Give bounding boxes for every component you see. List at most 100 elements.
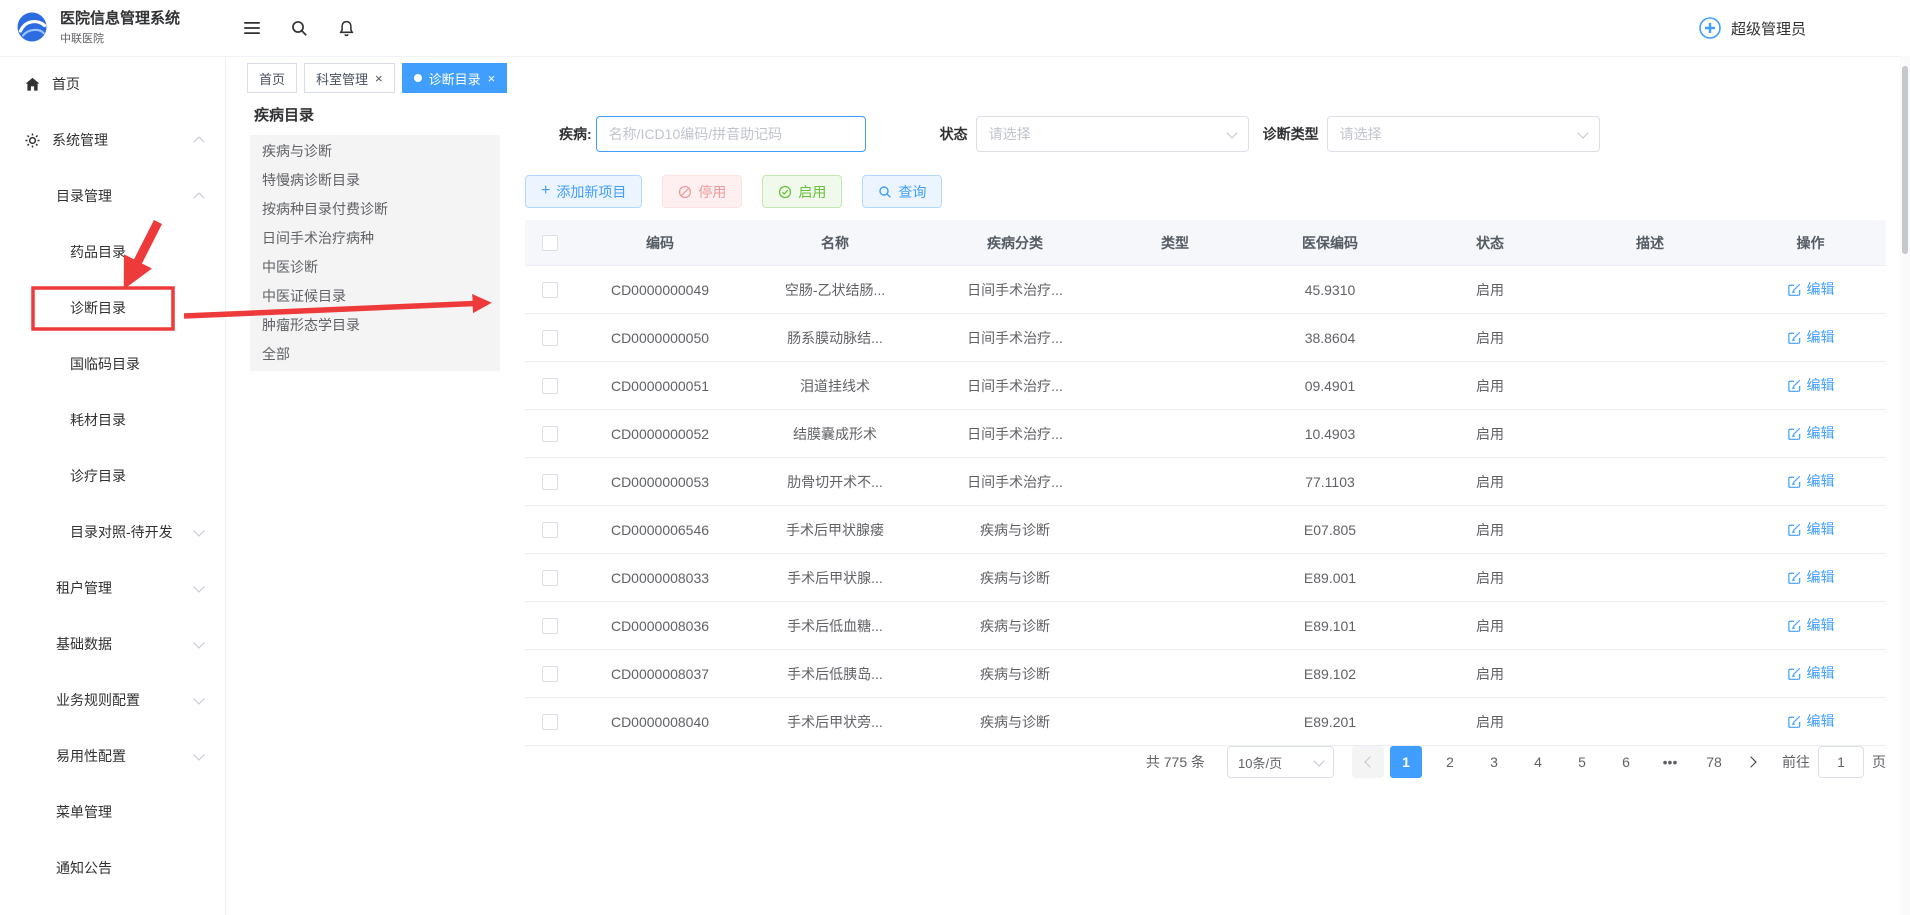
cell-insurance-code: E07.805 (1245, 506, 1415, 554)
close-icon[interactable]: × (375, 72, 383, 85)
catalog-list-item[interactable]: 肿瘤形态学目录 (250, 311, 500, 340)
catalog-list-item[interactable]: 日间手术治疗病种 (250, 224, 500, 253)
add-item-button[interactable]: + 添加新项目 (525, 175, 642, 208)
row-checkbox[interactable] (542, 474, 558, 490)
status-select[interactable]: 请选择 (976, 116, 1249, 152)
row-checkbox[interactable] (542, 282, 558, 298)
sidebar-item-treatment-catalog[interactable]: 诊疗目录 (0, 448, 225, 504)
cell-type (1105, 362, 1245, 410)
row-checkbox[interactable] (542, 618, 558, 634)
more-pages-ellipsis[interactable]: ••• (1654, 746, 1686, 778)
sidebar-item-national-code-catalog[interactable]: 国临码目录 (0, 336, 225, 392)
disable-button[interactable]: 停用 (662, 175, 742, 208)
chevron-left-icon (1364, 756, 1375, 767)
chevron-up-icon (193, 192, 204, 203)
sidebar-item-business-rules[interactable]: 业务规则配置 (0, 672, 225, 728)
sidebar-item-menu-management[interactable]: 菜单管理 (0, 784, 225, 840)
cell-insurance-code: E89.102 (1245, 650, 1415, 698)
tab-label: 科室管理 (316, 69, 368, 88)
cell-type (1105, 650, 1245, 698)
sidebar-item-diagnosis-catalog[interactable]: 诊断目录 (0, 280, 225, 336)
edit-icon (1787, 378, 1802, 393)
cell-insurance-code: E89.001 (1245, 554, 1415, 602)
sidebar-item-notice[interactable]: 通知公告 (0, 840, 225, 896)
pagination: 共 775 条 10条/页 1 2 3 4 5 6 (1146, 746, 1886, 778)
page-number-button[interactable]: 3 (1478, 746, 1510, 778)
page-number-button[interactable]: 6 (1610, 746, 1642, 778)
tab-diagnosis-catalog[interactable]: 诊断目录 × (402, 63, 508, 93)
tab-label: 诊断目录 (429, 69, 481, 88)
edit-button[interactable]: 编辑 (1787, 663, 1835, 683)
edit-button[interactable]: 编辑 (1787, 375, 1835, 395)
last-page-button[interactable]: 78 (1698, 746, 1730, 778)
edit-button[interactable]: 编辑 (1787, 327, 1835, 347)
sidebar-item-consumable-catalog[interactable]: 耗材目录 (0, 392, 225, 448)
search-icon[interactable] (290, 19, 309, 38)
sidebar-item-drug-catalog[interactable]: 药品目录 (0, 224, 225, 280)
edit-button[interactable]: 编辑 (1787, 567, 1835, 587)
page-number-button[interactable]: 4 (1522, 746, 1554, 778)
cell-description (1565, 506, 1735, 554)
sidebar-item-catalog-management[interactable]: 目录管理 (0, 168, 225, 224)
sidebar-item-label: 业务规则配置 (56, 690, 140, 710)
prev-page-button[interactable] (1352, 746, 1384, 778)
action-toolbar: + 添加新项目 停用 启用 查询 (525, 175, 942, 208)
cell-category: 日间手术治疗... (925, 314, 1105, 362)
edit-button[interactable]: 编辑 (1787, 423, 1835, 443)
catalog-list-item[interactable]: 全部 (250, 340, 500, 369)
row-checkbox[interactable] (542, 666, 558, 682)
tab-department-management[interactable]: 科室管理 × (304, 63, 395, 93)
table-row: CD0000008033 手术后甲状腺... 疾病与诊断 E89.001 启用 … (525, 554, 1886, 602)
edit-button[interactable]: 编辑 (1787, 279, 1835, 299)
edit-button[interactable]: 编辑 (1787, 711, 1835, 731)
disease-search-input[interactable] (596, 116, 866, 152)
row-checkbox[interactable] (542, 714, 558, 730)
enable-button[interactable]: 启用 (762, 175, 842, 208)
sidebar-item-tenant-management[interactable]: 租户管理 (0, 560, 225, 616)
row-checkbox[interactable] (542, 522, 558, 538)
check-circle-icon (778, 185, 792, 199)
edit-button[interactable]: 编辑 (1787, 519, 1835, 539)
cell-status: 启用 (1415, 506, 1565, 554)
page-size-select[interactable]: 10条/页 (1227, 746, 1334, 778)
diagnosis-type-select[interactable]: 请选择 (1327, 116, 1600, 152)
user-menu[interactable]: 超级管理员 (1698, 16, 1910, 40)
cell-code: CD0000000053 (575, 458, 745, 506)
edit-button[interactable]: 编辑 (1787, 615, 1835, 635)
query-button[interactable]: 查询 (862, 175, 942, 208)
cell-description (1565, 650, 1735, 698)
goto-page-input[interactable] (1818, 746, 1864, 778)
row-checkbox[interactable] (542, 378, 558, 394)
bell-icon[interactable] (337, 19, 356, 38)
catalog-list-item[interactable]: 疾病与诊断 (250, 137, 500, 166)
edit-button[interactable]: 编辑 (1787, 471, 1835, 491)
scrollbar-thumb[interactable] (1902, 66, 1908, 254)
catalog-list-item[interactable]: 按病种目录付费诊断 (250, 195, 500, 224)
cell-code: CD0000000050 (575, 314, 745, 362)
row-checkbox[interactable] (542, 570, 558, 586)
hamburger-icon[interactable] (242, 20, 262, 36)
tab-home[interactable]: 首页 (247, 63, 297, 93)
sidebar-item-label: 菜单管理 (56, 802, 112, 822)
row-checkbox[interactable] (542, 330, 558, 346)
next-page-button[interactable] (1736, 746, 1768, 778)
close-icon[interactable]: × (488, 72, 496, 85)
catalog-list-item[interactable]: 中医诊断 (250, 253, 500, 282)
sidebar-item-system-management[interactable]: 系统管理 (0, 112, 225, 168)
sidebar-item-usability-config[interactable]: 易用性配置 (0, 728, 225, 784)
page-number-button[interactable]: 2 (1434, 746, 1466, 778)
catalog-list-item[interactable]: 特慢病诊断目录 (250, 166, 500, 195)
sidebar-item-home[interactable]: 首页 (0, 56, 225, 112)
sidebar-item-basic-data[interactable]: 基础数据 (0, 616, 225, 672)
catalog-list-item[interactable]: 中医证候目录 (250, 282, 500, 311)
sidebar-item-catalog-mapping[interactable]: 目录对照-待开发 (0, 504, 225, 560)
row-checkbox[interactable] (542, 426, 558, 442)
cell-type (1105, 410, 1245, 458)
sidebar-item-label: 目录管理 (56, 186, 112, 206)
cell-code: CD0000008037 (575, 650, 745, 698)
select-all-checkbox[interactable] (542, 235, 558, 251)
page-number-button[interactable]: 5 (1566, 746, 1598, 778)
table-row: CD0000006546 手术后甲状腺瘘 疾病与诊断 E07.805 启用 编辑 (525, 506, 1886, 554)
page-number-button[interactable]: 1 (1390, 746, 1422, 778)
cell-type (1105, 506, 1245, 554)
